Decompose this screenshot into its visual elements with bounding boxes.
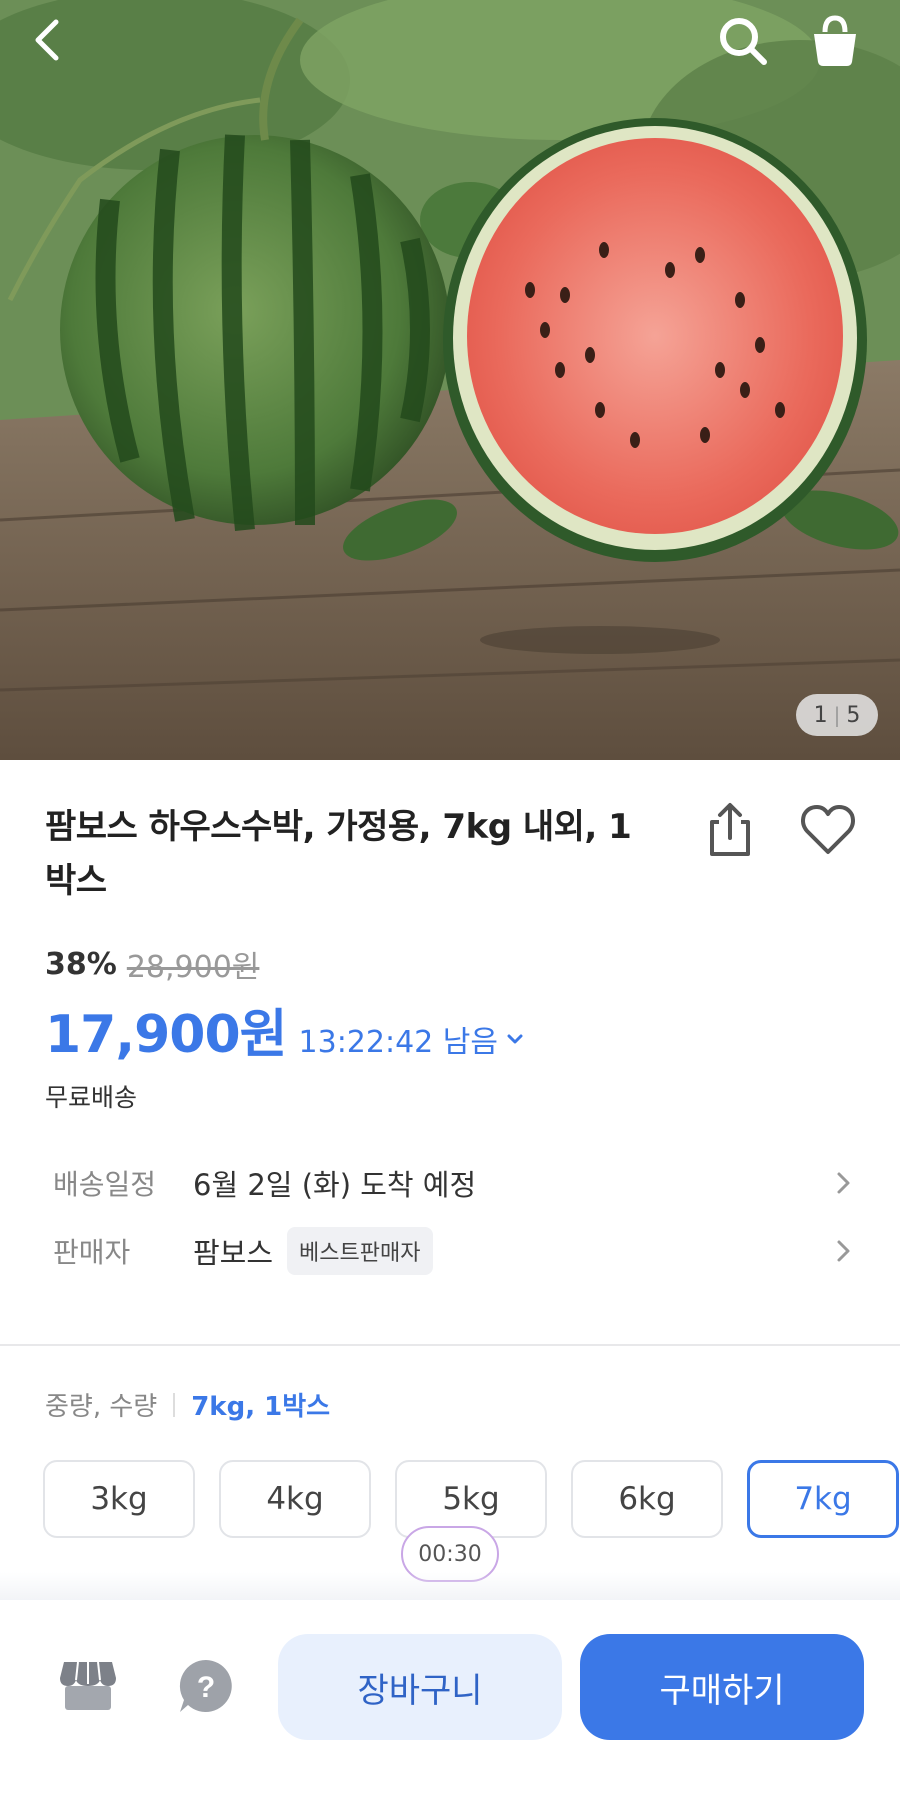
heart-icon [801, 805, 855, 854]
original-price: 28,900원 [126, 950, 260, 985]
search-icon [720, 18, 767, 65]
buy-now-button[interactable]: 구매하기 [580, 1634, 864, 1740]
share-button[interactable] [702, 800, 758, 860]
cart-button[interactable] [808, 14, 878, 84]
best-seller-badge: 베스트판매자 [287, 1227, 433, 1275]
section-divider [0, 1344, 900, 1346]
gallery-page-separator: | [833, 703, 841, 727]
wishlist-button[interactable] [798, 800, 858, 860]
option-summary: 중량, 수량 7kg, 1박스 [45, 1386, 330, 1423]
add-to-cart-button[interactable]: 장바구니 [278, 1634, 562, 1740]
weight-option[interactable]: 7kg [747, 1460, 899, 1538]
discount-row: 38% 28,900원 [45, 942, 259, 986]
shipping-note: 무료배송 [45, 1083, 138, 1112]
bottom-bar-shadow [0, 1572, 900, 1602]
share-icon [710, 803, 750, 856]
option-selected-value: 7kg, 1박스 [191, 1392, 331, 1422]
watermelon-photo [0, 0, 900, 760]
delivery-schedule-row[interactable]: 배송일정 6월 2일 (화) 도착 예정 [45, 1158, 855, 1208]
option-separator [173, 1392, 176, 1417]
gallery-total-pages: 5 [846, 702, 861, 728]
price-row: 17,900원 13:22:42 남음 [45, 992, 526, 1067]
chevron-left-icon [35, 19, 59, 61]
seller-label: 판매자 [53, 1236, 131, 1269]
chevron-down-icon [507, 1034, 523, 1044]
product-image-gallery[interactable]: 1 | 5 [0, 0, 900, 760]
sale-price: 17,900원 [45, 1005, 288, 1065]
chevron-right-icon [837, 1240, 850, 1262]
gallery-page-indicator: 1 | 5 [796, 694, 878, 736]
help-icon: ? [179, 1659, 232, 1712]
weight-option[interactable]: 6kg [571, 1460, 723, 1538]
deal-time-left: 13:22:42 남음 [298, 1025, 498, 1060]
shopping-bag-icon [814, 15, 856, 66]
gallery-current-page: 1 [813, 702, 828, 728]
back-button[interactable] [30, 18, 90, 78]
seller-name: 팜보스 [193, 1236, 274, 1270]
weight-option[interactable]: 3kg [43, 1460, 195, 1538]
deal-timer[interactable]: 13:22:42 남음 [299, 1017, 526, 1061]
seller-row[interactable]: 판매자 팜보스 베스트판매자 [45, 1226, 855, 1276]
help-button[interactable]: ? [176, 1656, 236, 1716]
delivery-label: 배송일정 [53, 1168, 157, 1201]
store-button[interactable] [58, 1658, 118, 1714]
option-label: 중량, 수량 [45, 1392, 158, 1422]
product-title: 팜보스 하우스수박, 가정용, 7kg 내외, 1박스 [45, 807, 632, 901]
chevron-right-icon [837, 1172, 850, 1194]
discount-percent: 38% [45, 946, 117, 982]
weight-option[interactable]: 4kg [219, 1460, 371, 1538]
search-button[interactable] [716, 14, 786, 84]
delivery-value: 6월 2일 (화) 도착 예정 [193, 1168, 477, 1202]
svg-text:?: ? [197, 1671, 215, 1704]
store-icon [60, 1661, 116, 1710]
